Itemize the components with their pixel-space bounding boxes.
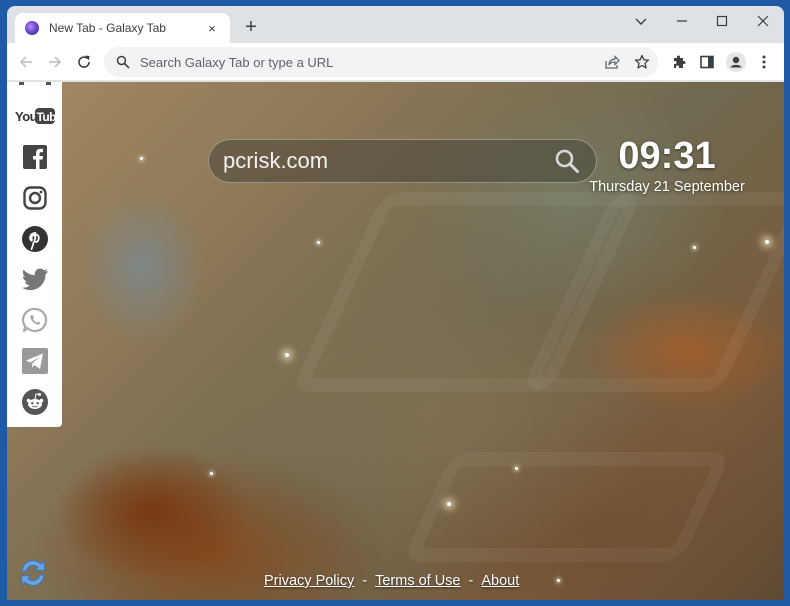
tab-close-button[interactable]: × <box>204 21 220 36</box>
refresh-arrows-icon <box>20 559 46 587</box>
background-star <box>317 241 320 244</box>
chevron-down-icon <box>635 18 647 25</box>
page-search-input[interactable] <box>223 148 552 174</box>
tab-search-button[interactable] <box>621 10 661 34</box>
browser-toolbar: Search Galaxy Tab or type a URL <box>7 43 784 81</box>
twitter-icon <box>21 268 48 290</box>
background-star <box>140 157 143 160</box>
browser-menu-button[interactable] <box>752 50 776 74</box>
whatsapp-icon <box>21 308 47 333</box>
footer-separator: - <box>468 573 474 589</box>
background-star <box>515 467 518 470</box>
footer-links: Privacy Policy - Terms of Use - About <box>264 573 519 589</box>
bookmark-button[interactable] <box>628 48 656 76</box>
telegram-icon <box>21 348 48 375</box>
share-button[interactable] <box>598 48 626 76</box>
address-bar-placeholder: Search Galaxy Tab or type a URL <box>140 54 334 70</box>
facebook-icon <box>22 145 47 170</box>
browser-window: New Tab - Galaxy Tab × + Search Galaxy T… <box>7 6 784 600</box>
side-panel-button[interactable] <box>695 50 719 74</box>
clock-widget: 09:31 Thursday 21 September <box>587 134 747 196</box>
svg-text:Tube: Tube <box>36 110 55 124</box>
social-link-instagram[interactable] <box>15 178 55 219</box>
social-link-youtube[interactable]: You Tube <box>15 96 55 137</box>
close-icon <box>757 15 769 27</box>
about-link[interactable]: About <box>481 573 519 589</box>
minimize-icon <box>677 20 687 22</box>
clock-time: 09:31 <box>618 135 716 177</box>
search-icon <box>555 149 579 173</box>
tab-galaxy-tab[interactable]: New Tab - Galaxy Tab × <box>15 13 230 43</box>
share-icon <box>605 55 620 69</box>
sidebar-scroll-indicator <box>7 82 62 96</box>
page-search-button[interactable] <box>552 146 582 176</box>
background-star <box>285 353 289 357</box>
background-watermark <box>401 452 733 562</box>
background-star <box>447 502 451 506</box>
side-panel-icon <box>700 55 714 69</box>
terms-of-use-link[interactable]: Terms of Use <box>375 573 460 589</box>
new-tab-button[interactable]: + <box>239 16 263 40</box>
forward-arrow-icon <box>49 56 62 68</box>
tab-title: New Tab - Galaxy Tab <box>49 21 166 35</box>
youtube-icon: You Tube <box>15 108 55 125</box>
footer-separator: - <box>362 573 368 589</box>
change-background-button[interactable] <box>17 557 49 589</box>
social-link-pinterest[interactable] <box>15 218 55 259</box>
new-tab-page: You Tube <box>7 82 784 600</box>
forward-button[interactable] <box>43 50 67 74</box>
back-button[interactable] <box>14 50 38 74</box>
reddit-icon <box>21 388 48 415</box>
close-window-button[interactable] <box>743 10 783 34</box>
svg-text:You: You <box>15 109 38 124</box>
background-star <box>693 246 696 249</box>
profile-avatar-icon <box>726 52 746 72</box>
search-icon <box>116 55 130 69</box>
instagram-icon <box>22 186 47 210</box>
social-link-facebook[interactable] <box>15 137 55 178</box>
star-icon <box>634 54 650 69</box>
social-link-twitter[interactable] <box>15 259 55 300</box>
clock-date: Thursday 21 September <box>589 179 745 195</box>
address-bar[interactable]: Search Galaxy Tab or type a URL <box>104 47 658 77</box>
profile-button[interactable] <box>724 50 748 74</box>
maximize-button[interactable] <box>702 10 742 34</box>
reload-button[interactable] <box>72 50 96 74</box>
privacy-policy-link[interactable]: Privacy Policy <box>264 573 354 589</box>
social-link-whatsapp[interactable] <box>15 300 55 341</box>
extensions-puzzle-icon <box>674 55 686 68</box>
reload-icon <box>78 55 90 68</box>
social-sidebar: You Tube <box>7 82 62 427</box>
menu-kebab-icon <box>762 55 766 69</box>
minimize-button[interactable] <box>662 10 702 34</box>
background-star <box>557 579 560 582</box>
extensions-button[interactable] <box>667 50 691 74</box>
maximize-icon <box>716 15 728 27</box>
background-star <box>765 240 769 244</box>
galaxy-favicon-icon <box>25 21 39 35</box>
back-arrow-icon <box>19 56 32 68</box>
social-link-reddit[interactable] <box>15 382 55 423</box>
pinterest-icon <box>21 225 48 252</box>
page-search-box <box>208 139 597 183</box>
tab-strip: New Tab - Galaxy Tab × + <box>7 6 784 43</box>
social-link-telegram[interactable] <box>15 341 55 382</box>
background-star <box>210 472 213 475</box>
